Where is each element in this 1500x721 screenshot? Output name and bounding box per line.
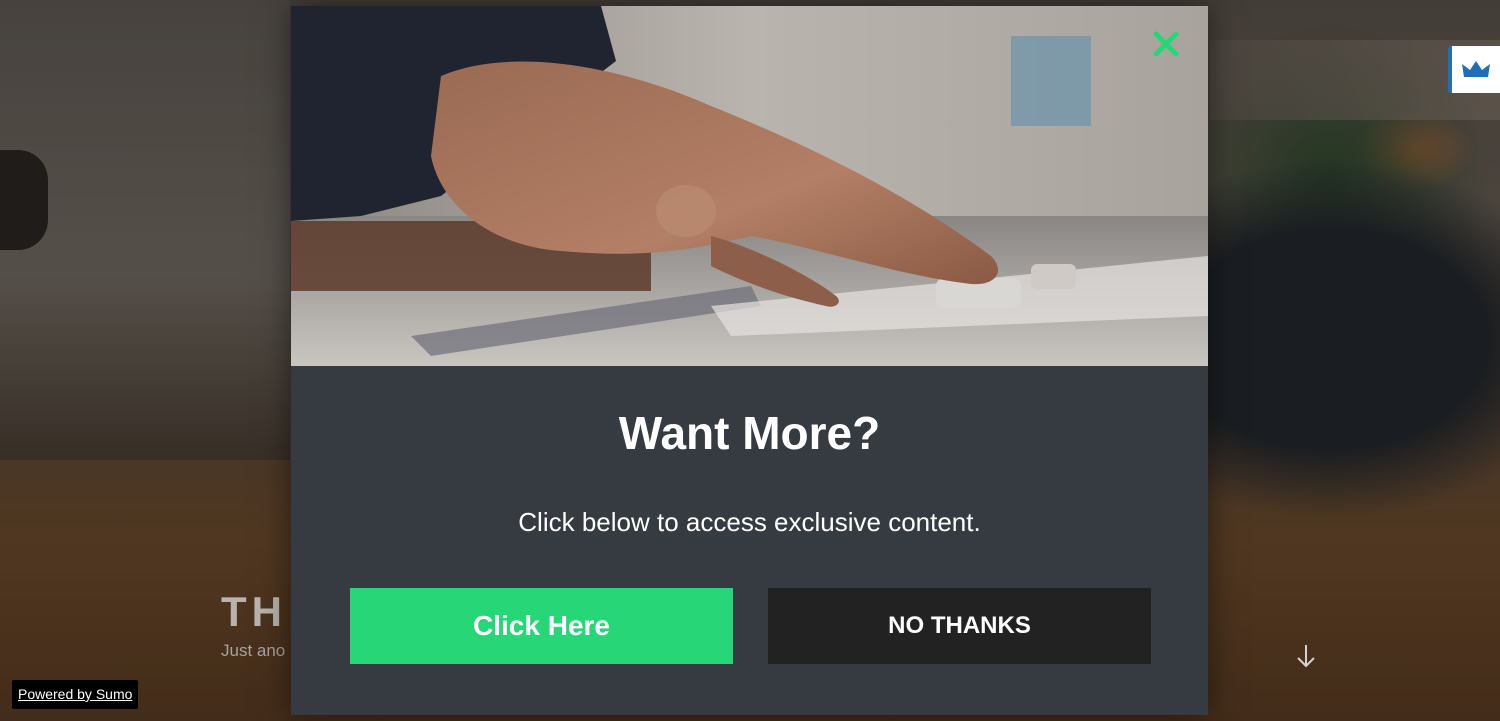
no-thanks-button[interactable]: NO THANKS bbox=[768, 588, 1151, 664]
popup-modal: Want More? Click below to access exclusi… bbox=[291, 6, 1208, 715]
hero-image bbox=[291, 6, 1208, 366]
close-button[interactable] bbox=[1148, 26, 1184, 62]
click-here-button[interactable]: Click Here bbox=[350, 588, 733, 664]
close-icon bbox=[1153, 31, 1179, 57]
arrow-down-icon[interactable] bbox=[1294, 642, 1318, 670]
powered-by-sumo-link[interactable]: Powered by Sumo bbox=[12, 680, 139, 709]
page-subtitle: Just ano bbox=[221, 641, 286, 660]
crown-icon bbox=[1462, 60, 1490, 77]
modal-heading: Want More? bbox=[618, 407, 881, 459]
side-badge[interactable] bbox=[1448, 46, 1500, 93]
page-title: TH bbox=[221, 588, 287, 635]
modal-subheading: Click below to access exclusive content. bbox=[518, 507, 981, 537]
